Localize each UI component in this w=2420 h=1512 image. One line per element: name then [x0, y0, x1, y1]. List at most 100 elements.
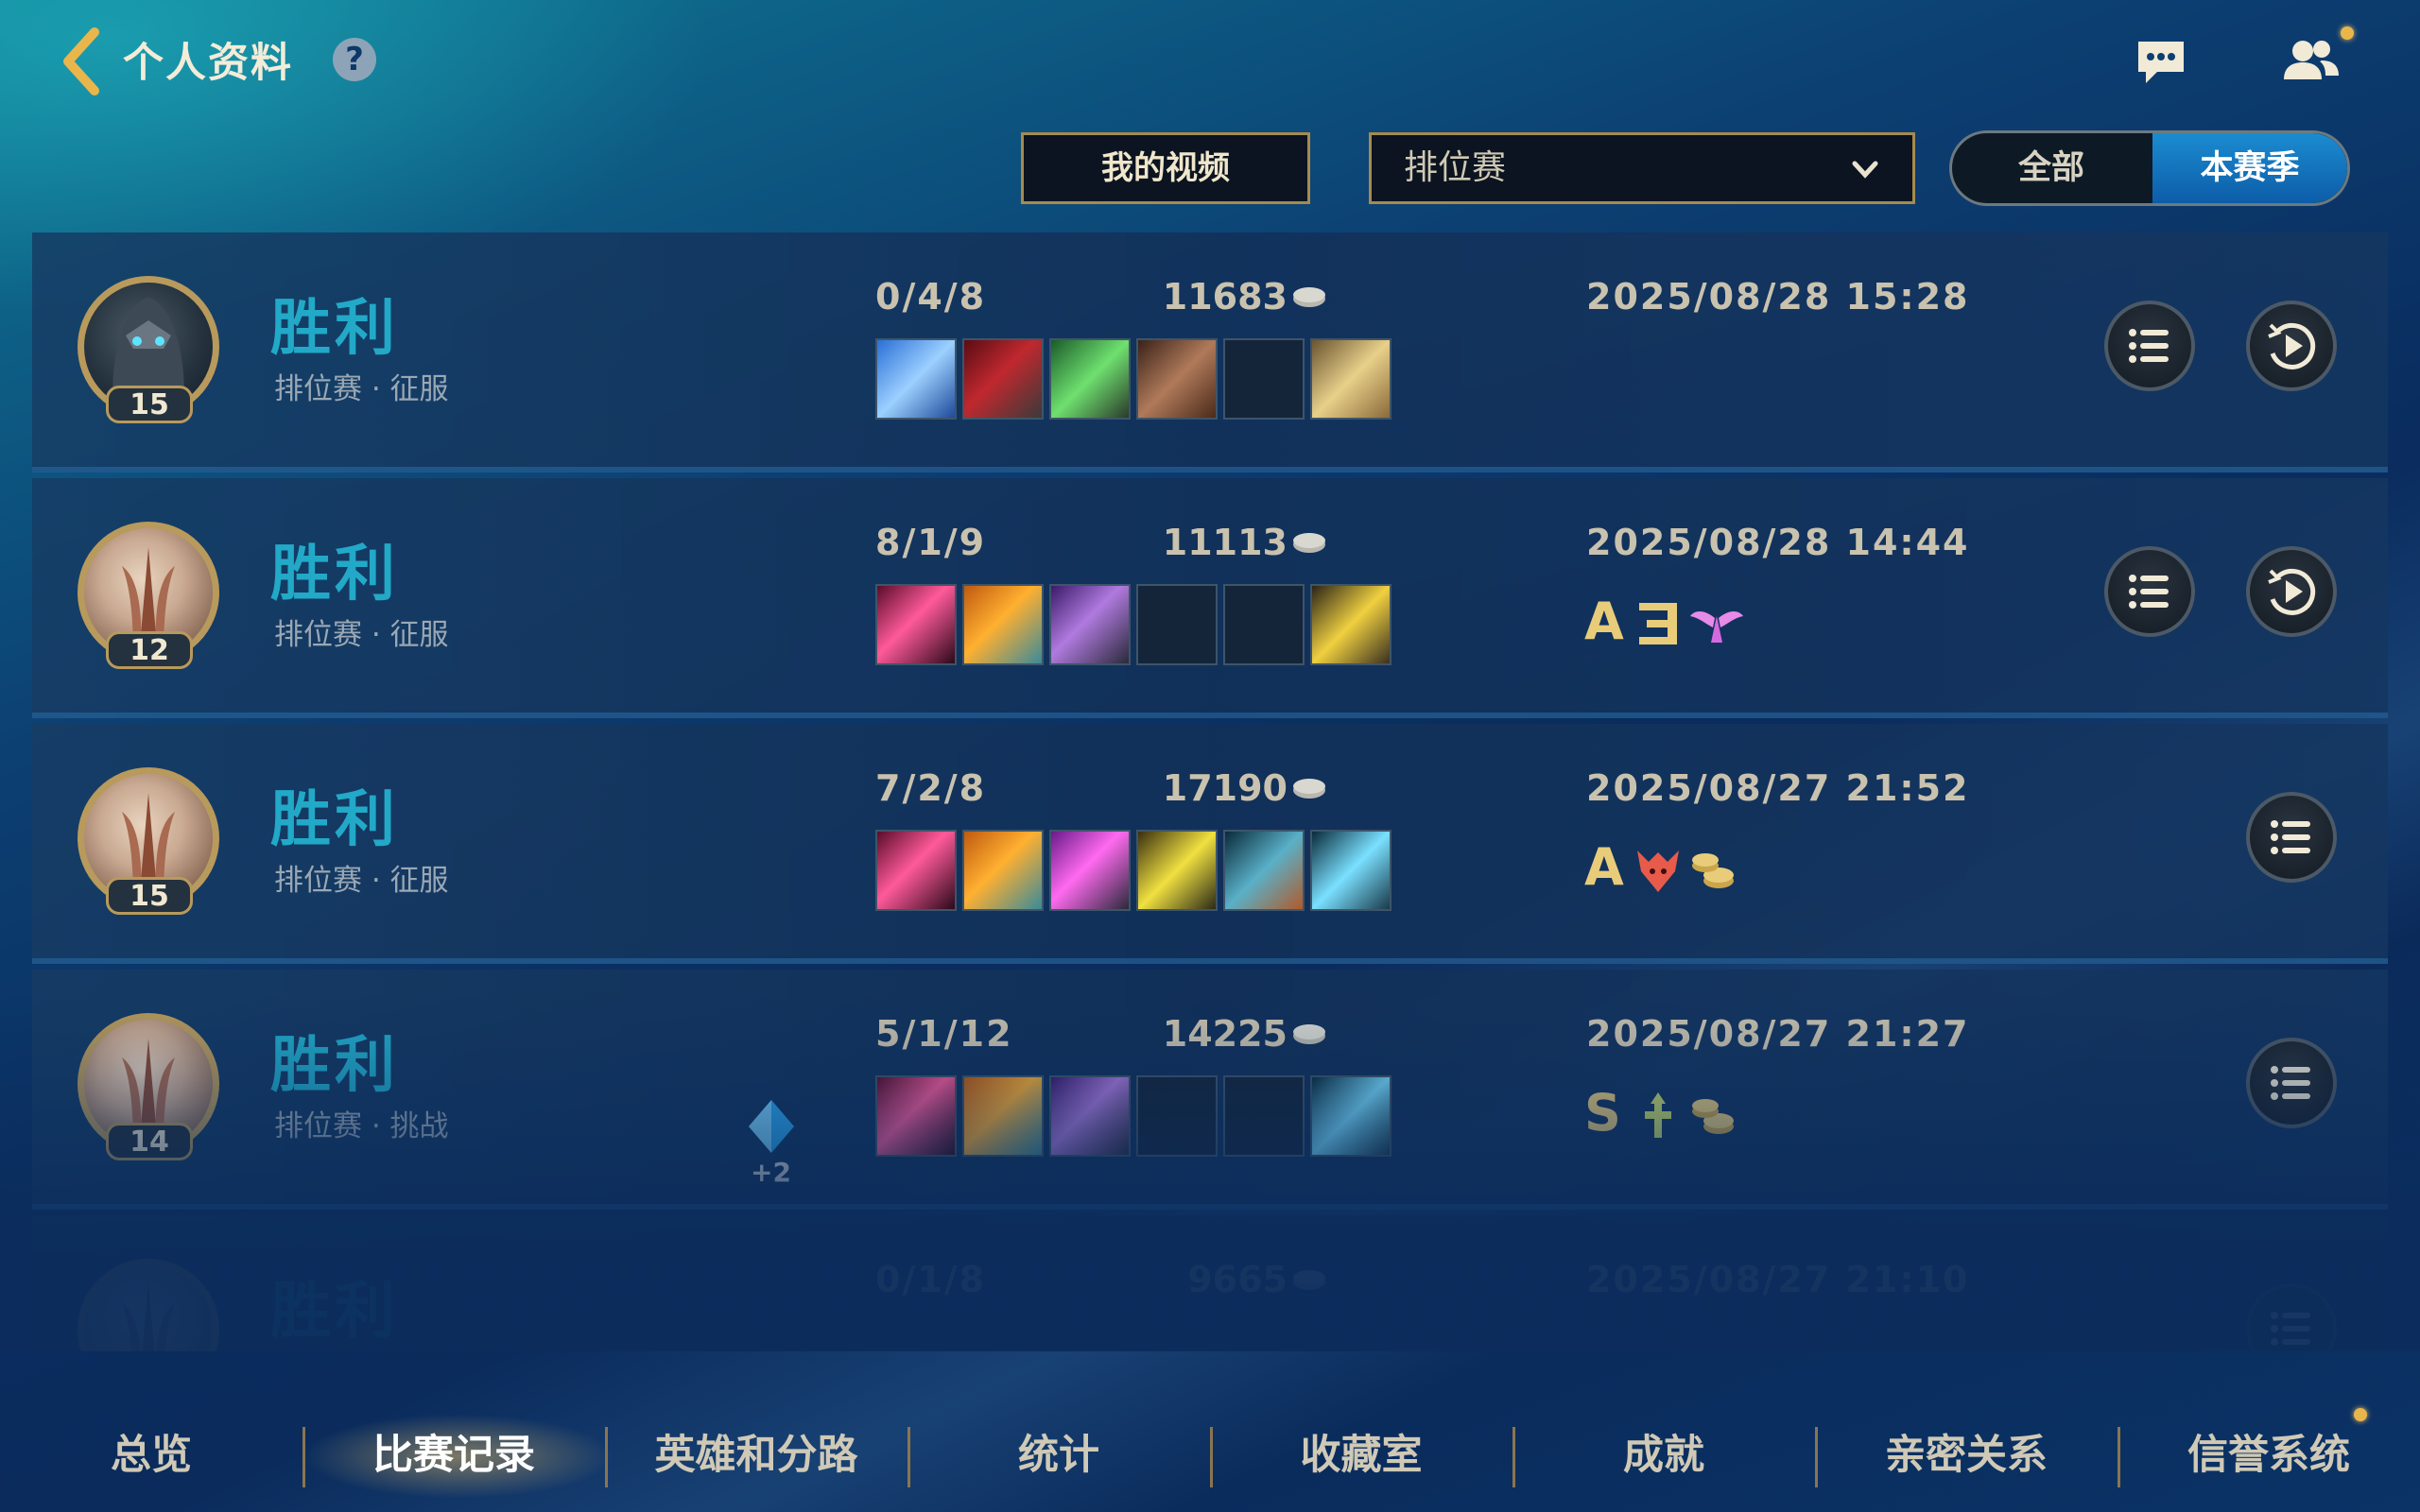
- trinket-slot[interactable]: [1310, 584, 1392, 665]
- champion-level: 15: [106, 877, 193, 915]
- match-date: 2025/08/27 21:52: [1586, 767, 1970, 809]
- chevron-down-icon: [1852, 161, 1878, 179]
- tab-match-history[interactable]: 比赛记录: [331, 1421, 577, 1489]
- performance-grade: A: [1584, 837, 1624, 897]
- notification-dot: [2341, 26, 2354, 40]
- replay-button[interactable]: [2246, 546, 2337, 637]
- page-title: 个人资料: [123, 40, 293, 87]
- performance-grade: S: [1584, 1083, 1621, 1143]
- trinket-slot[interactable]: [1310, 1075, 1392, 1157]
- item-slot[interactable]: [875, 830, 957, 911]
- tab-divider: [908, 1427, 910, 1487]
- match-kda: 8/1/9: [875, 522, 987, 563]
- item-slot[interactable]: [962, 1075, 1044, 1157]
- match-date: 2025/08/28 15:28: [1586, 276, 1970, 318]
- tab-divider: [302, 1427, 305, 1487]
- item-slot[interactable]: [1049, 830, 1131, 911]
- tab-collection[interactable]: 收藏室: [1248, 1421, 1475, 1489]
- item-slot[interactable]: [1136, 830, 1218, 911]
- details-button[interactable]: [2246, 1283, 2337, 1351]
- champion-avatar: [78, 1259, 219, 1351]
- match-kda: 0/1/8: [875, 1259, 987, 1300]
- match-mode: 排位赛 · 征服: [274, 372, 449, 406]
- match-row[interactable]: 胜利 0/1/8 9665 2025/08/27 21:10: [32, 1215, 2388, 1351]
- trinket-slot[interactable]: [1310, 830, 1392, 911]
- item-slot[interactable]: [875, 584, 957, 665]
- bottom-nav: 总览 比赛记录 英雄和分路 统计 收藏室 成就 亲密关系 信誉系统: [0, 1361, 2420, 1512]
- tab-honor-system[interactable]: 信誉系统: [2146, 1421, 2392, 1489]
- my-video-button[interactable]: 我的视频: [1021, 132, 1310, 204]
- back-arrow-icon[interactable]: [59, 26, 106, 96]
- match-result: 胜利: [270, 1277, 399, 1347]
- support-wings-icon: [1690, 611, 1743, 643]
- tab-stats[interactable]: 统计: [945, 1421, 1172, 1489]
- help-icon[interactable]: ?: [333, 38, 376, 81]
- details-button[interactable]: [2104, 546, 2195, 637]
- match-mode: 排位赛 · 征服: [274, 618, 449, 652]
- tab-overview[interactable]: 总览: [38, 1421, 265, 1489]
- tab-divider: [2118, 1427, 2120, 1487]
- trinket-slot[interactable]: [1310, 338, 1392, 420]
- match-result: 胜利: [270, 1031, 399, 1101]
- match-gold: 11113: [1119, 522, 1327, 563]
- item-slot[interactable]: [1223, 830, 1305, 911]
- rank-points-gain: +2: [751, 1157, 791, 1188]
- item-slot[interactable]: [1136, 338, 1218, 420]
- item-slot[interactable]: [962, 830, 1044, 911]
- match-row[interactable]: 15 胜利 排位赛 · 征服 7/2/8 17190 2025/08/27 21…: [32, 724, 2388, 964]
- match-gold: 11683: [1119, 276, 1327, 318]
- match-date: 2025/08/27 21:27: [1586, 1013, 1970, 1055]
- item-slot-empty: [1223, 584, 1305, 665]
- champion-level: 14: [106, 1123, 193, 1160]
- notification-dot: [2354, 1408, 2367, 1421]
- match-date: 2025/08/27 21:10: [1586, 1259, 1970, 1300]
- match-row[interactable]: 12 胜利 排位赛 · 征服 8/1/9 11113 2025/08/28 14…: [32, 478, 2388, 718]
- demon-icon: [1637, 850, 1679, 892]
- item-slot[interactable]: [1049, 584, 1131, 665]
- item-slot[interactable]: [1049, 1075, 1131, 1157]
- match-list[interactable]: 15 胜利 排位赛 · 征服 0/4/8 11683 2025/08/28 15…: [32, 232, 2388, 1351]
- match-kda: 0/4/8: [875, 276, 987, 318]
- item-slot-empty: [1136, 1075, 1218, 1157]
- gold-value: 11113: [1162, 522, 1288, 563]
- friends-icon[interactable]: [2280, 34, 2342, 85]
- tab-current-season[interactable]: 本赛季: [2152, 133, 2347, 203]
- item-slot[interactable]: [875, 338, 957, 420]
- match-gold: 14225: [1119, 1013, 1327, 1055]
- match-mode: 排位赛 · 挑战: [274, 1109, 449, 1143]
- match-row[interactable]: 15 胜利 排位赛 · 征服 0/4/8 11683 2025/08/28 15…: [32, 232, 2388, 472]
- match-gold: 9665: [1119, 1259, 1327, 1300]
- tab-divider: [1210, 1427, 1213, 1487]
- tab-divider: [605, 1427, 608, 1487]
- item-slot-empty: [1223, 338, 1305, 420]
- scope-toggle[interactable]: 全部 本赛季: [1949, 130, 2350, 206]
- item-slot-empty: [1223, 1075, 1305, 1157]
- item-slot[interactable]: [875, 1075, 957, 1157]
- tab-achievements[interactable]: 成就: [1550, 1421, 1777, 1489]
- mode-select-value: 排位赛: [1404, 148, 1507, 187]
- match-row[interactable]: 14 胜利 排位赛 · 挑战 +2 5/1/12 14225 2025/08/2…: [32, 970, 2388, 1210]
- details-button[interactable]: [2246, 1038, 2337, 1128]
- match-gold: 17190: [1119, 767, 1327, 809]
- chat-icon[interactable]: [2135, 38, 2187, 87]
- item-slot[interactable]: [962, 338, 1044, 420]
- tower-icon: [1645, 1092, 1671, 1138]
- tab-relationships[interactable]: 亲密关系: [1843, 1421, 2089, 1489]
- item-slot[interactable]: [1049, 338, 1131, 420]
- details-button[interactable]: [2246, 792, 2337, 883]
- gold-coins-icon: [1692, 1099, 1734, 1134]
- details-button[interactable]: [2104, 301, 2195, 391]
- item-slot[interactable]: [962, 584, 1044, 665]
- match-result: 胜利: [270, 540, 399, 610]
- gold-value: 14225: [1162, 1013, 1288, 1055]
- performance-grade: A: [1584, 592, 1624, 651]
- tab-champions-lanes[interactable]: 英雄和分路: [624, 1421, 889, 1489]
- match-date: 2025/08/28 14:44: [1586, 522, 1970, 563]
- tab-all[interactable]: 全部: [1952, 133, 2151, 203]
- gold-value: 11683: [1162, 276, 1288, 318]
- match-result: 胜利: [270, 294, 399, 364]
- replay-button[interactable]: [2246, 301, 2337, 391]
- match-result: 胜利: [270, 785, 399, 855]
- gold-value: 17190: [1162, 767, 1288, 809]
- mode-select[interactable]: 排位赛: [1369, 132, 1915, 204]
